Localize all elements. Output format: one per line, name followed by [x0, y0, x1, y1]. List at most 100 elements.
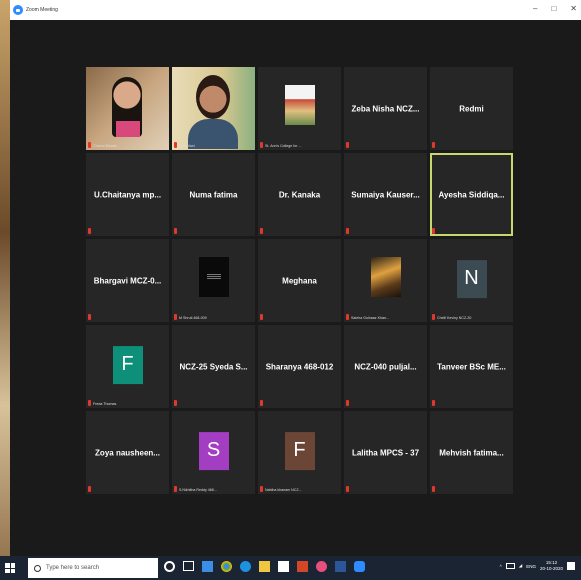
clock[interactable]: 15:12 20-10-2020 — [540, 560, 563, 572]
task-view-icon[interactable] — [183, 561, 194, 571]
muted-mic-icon — [346, 486, 349, 492]
participant-tile[interactable]: Zeba Nisha NCZ... — [344, 67, 427, 150]
zoom-window: Zoom Meeting – □ ✕ Charmi Biswas Sree Van… — [10, 0, 581, 556]
participant-tile[interactable]: M Shruti 468-009 — [172, 239, 255, 322]
participant-tile[interactable]: Sumaiya Kauser... — [344, 153, 427, 236]
participant-tile[interactable]: Meghana — [258, 239, 341, 322]
participant-tile[interactable]: Charmi Biswas — [86, 67, 169, 150]
participant-tile[interactable]: U.Chaitanya mp... — [86, 153, 169, 236]
participant-name: Nabiha khanam NCZ... — [265, 488, 302, 492]
muted-mic-icon — [88, 142, 91, 148]
minimize-button[interactable]: – — [533, 4, 537, 13]
taskbar-search[interactable]: Type here to search — [28, 558, 158, 578]
file-explorer-icon[interactable] — [259, 561, 270, 572]
participant-tile[interactable]: Sree Vani — [172, 67, 255, 150]
participant-name: M Shruti 468-009 — [179, 316, 207, 320]
muted-mic-icon — [174, 400, 177, 406]
participant-name: St. Ann's College for ... — [265, 144, 302, 148]
muted-mic-icon — [432, 400, 435, 406]
participant-name: Dr. Kanaka — [278, 190, 321, 199]
mail-icon[interactable] — [202, 561, 213, 572]
muted-mic-icon — [432, 142, 435, 148]
muted-mic-icon — [260, 142, 263, 148]
participant-tile[interactable]: Bhargavi MCZ-0... — [86, 239, 169, 322]
participant-tile[interactable]: St. Ann's College for ... — [258, 67, 341, 150]
muted-mic-icon — [88, 400, 91, 406]
muted-mic-icon — [88, 228, 91, 234]
muted-mic-icon — [260, 486, 263, 492]
edge-icon[interactable] — [240, 561, 251, 572]
close-button[interactable]: ✕ — [570, 4, 577, 13]
photos-icon[interactable] — [316, 561, 327, 572]
participant-name: Chelli Keviny NCZ-30 — [437, 316, 472, 320]
profile-picture — [370, 257, 401, 298]
participant-tile[interactable]: N Chelli Keviny NCZ-30 — [430, 239, 513, 322]
start-button[interactable] — [5, 563, 15, 573]
participant-tile[interactable]: S S.Nikhitha Reddy 468... — [172, 411, 255, 494]
avatar-initial: F — [121, 353, 134, 376]
notification-icon[interactable] — [567, 562, 575, 570]
participant-name: Tanveer BSc ME... — [437, 362, 506, 371]
participant-tile[interactable]: Ayesha Siddiqa... — [430, 153, 513, 236]
chevron-up-icon[interactable]: ^ — [500, 564, 502, 569]
language-indicator[interactable]: ENG — [526, 564, 536, 569]
participant-tile[interactable]: Lalitha MPCS - 37 — [344, 411, 427, 494]
participant-tile[interactable]: Numa fatima — [172, 153, 255, 236]
muted-mic-icon — [346, 142, 349, 148]
cortana-icon[interactable] — [164, 561, 175, 572]
store-icon[interactable] — [278, 561, 289, 572]
avatar: F — [284, 431, 315, 470]
avatar-initial: S — [206, 439, 221, 462]
title-bar: Zoom Meeting – □ ✕ — [10, 0, 581, 20]
participant-name: Charmi Biswas — [93, 144, 117, 148]
maximize-button[interactable]: □ — [551, 4, 556, 13]
avatar-initial: F — [293, 439, 306, 462]
participant-tile[interactable]: NCZ-040 puljal... — [344, 325, 427, 408]
participant-name: Zeba Nisha NCZ... — [351, 104, 420, 113]
participant-tile[interactable]: Zoya nausheen... — [86, 411, 169, 494]
avatar-initial: N — [464, 267, 479, 290]
zoom-taskbar-icon[interactable] — [354, 561, 365, 572]
profile-picture — [284, 85, 315, 126]
participant-name: NCZ-25 Syeda S... — [179, 362, 248, 371]
chrome-icon[interactable] — [221, 561, 232, 572]
desktop-background — [0, 0, 10, 580]
muted-mic-icon — [174, 142, 177, 148]
profile-picture — [198, 257, 229, 298]
participant-name: Meghana — [282, 276, 317, 285]
word-icon[interactable] — [335, 561, 346, 572]
participant-tile[interactable]: NCZ-25 Syeda S... — [172, 325, 255, 408]
window-title: Zoom Meeting — [26, 7, 58, 13]
muted-mic-icon — [174, 228, 177, 234]
avatar: N — [456, 259, 487, 298]
participant-name: Bhargavi MCZ-0... — [93, 276, 162, 285]
search-icon — [34, 564, 41, 572]
participant-name: Ayesha Siddiqa... — [438, 190, 505, 199]
participant-tile[interactable]: Redmi — [430, 67, 513, 150]
participant-tile[interactable]: F Freda Thomas — [86, 325, 169, 408]
muted-mic-icon — [346, 400, 349, 406]
wifi-icon[interactable]: ◢ — [519, 563, 522, 569]
participant-name: Sree Vani — [179, 144, 195, 148]
participant-tile[interactable]: Mehvish fatima... — [430, 411, 513, 494]
pinned-apps — [164, 561, 365, 572]
participant-video — [172, 67, 255, 150]
participant-name: Redmi — [459, 104, 484, 113]
participant-tile[interactable]: Tanveer BSc ME... — [430, 325, 513, 408]
muted-mic-icon — [346, 314, 349, 320]
participant-tile[interactable]: Dr. Kanaka — [258, 153, 341, 236]
muted-mic-icon — [88, 486, 91, 492]
muted-mic-icon — [432, 486, 435, 492]
muted-mic-icon — [260, 400, 263, 406]
muted-mic-icon — [260, 228, 263, 234]
muted-mic-icon — [432, 314, 435, 320]
participant-name: Numa fatima — [189, 190, 238, 199]
participant-tile[interactable]: F Nabiha khanam NCZ... — [258, 411, 341, 494]
participant-video — [86, 67, 169, 150]
participant-tile[interactable]: Sharanya 468-012 — [258, 325, 341, 408]
participant-tile[interactable]: Saleha Gulnaaz Khan... — [344, 239, 427, 322]
participant-name: Freda Thomas — [93, 402, 117, 406]
battery-icon[interactable] — [505, 563, 515, 569]
participant-name: Mehvish fatima... — [439, 448, 504, 457]
powerpoint-icon[interactable] — [297, 561, 308, 572]
